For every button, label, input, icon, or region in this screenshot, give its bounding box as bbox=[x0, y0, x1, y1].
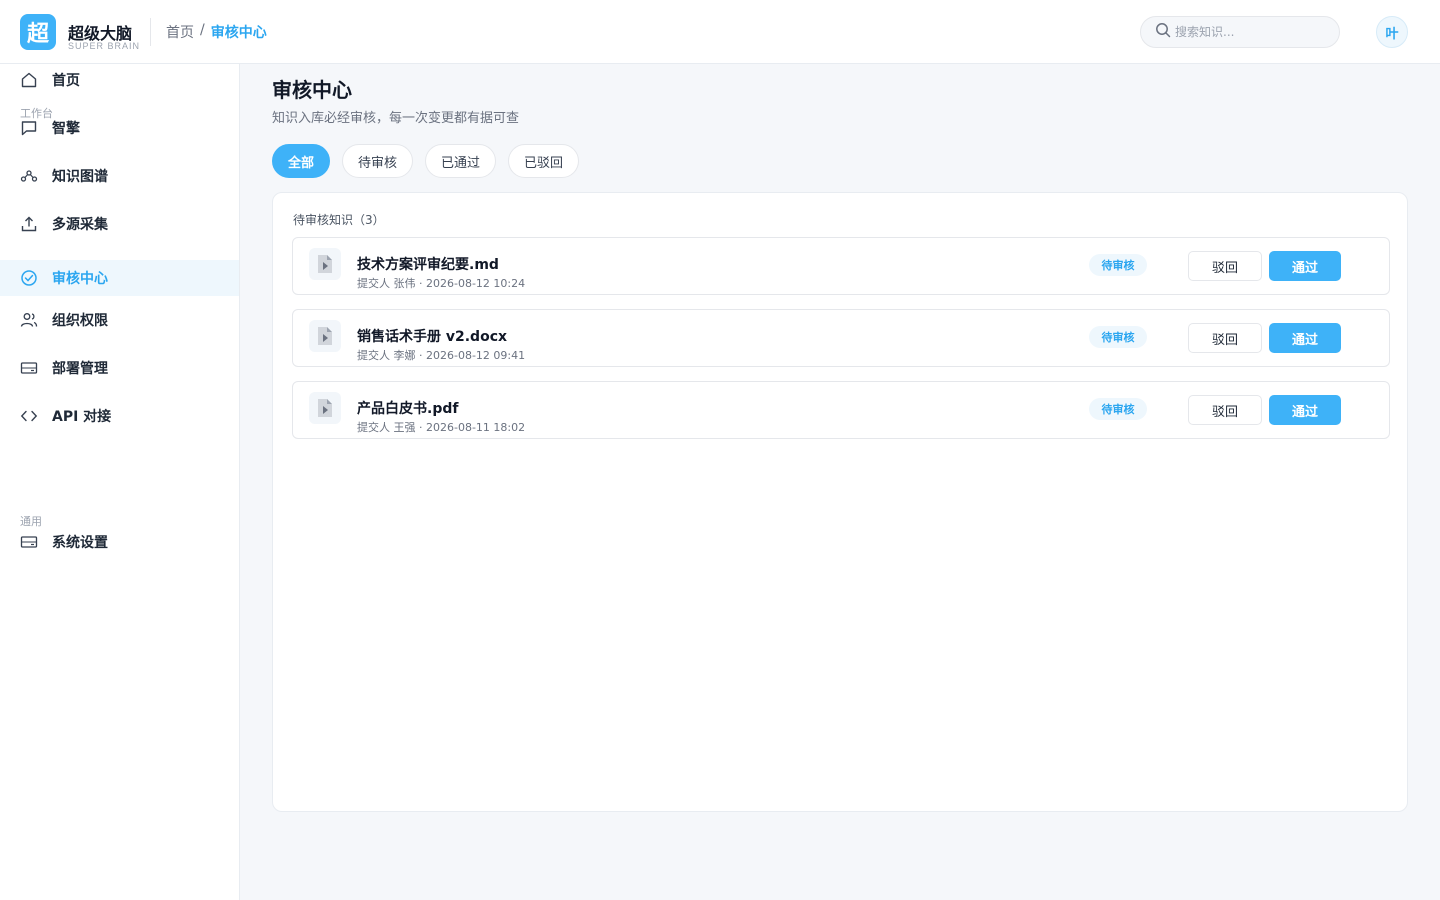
status-badge: 待审核 bbox=[1089, 254, 1147, 276]
brand-subtitle: SUPER BRAIN bbox=[68, 41, 141, 51]
reject-button[interactable]: 驳回 bbox=[1188, 251, 1262, 281]
file-icon bbox=[309, 248, 341, 280]
home-icon bbox=[20, 71, 38, 89]
top-header: 超 超级大脑 SUPER BRAIN 首页 / 审核中心 叶 bbox=[0, 0, 1440, 64]
sidebar-item-label: 系统设置 bbox=[52, 535, 108, 551]
approve-button[interactable]: 通过 bbox=[1269, 395, 1341, 425]
list-title: 待审核知识（3） bbox=[293, 213, 385, 227]
breadcrumb-separator: / bbox=[200, 22, 205, 38]
breadcrumb: 首页 / 审核中心 bbox=[166, 22, 267, 42]
tab-all[interactable]: 全部 bbox=[272, 144, 331, 178]
sidebar-item-label: 部署管理 bbox=[52, 361, 108, 377]
file-name[interactable]: 产品白皮书.pdf bbox=[357, 398, 458, 418]
file-icon bbox=[309, 320, 341, 352]
sidebar-item-label: 组织权限 bbox=[52, 313, 108, 329]
sidebar-item-org-permissions[interactable]: 组织权限 bbox=[0, 302, 239, 338]
approve-button[interactable]: 通过 bbox=[1269, 251, 1341, 281]
check-circle-icon bbox=[20, 269, 38, 287]
sidebar-item-label: 多源采集 bbox=[52, 217, 108, 233]
list-item: 技术方案评审纪要.md 提交人 张伟 · 2026-08-12 10:24 待审… bbox=[292, 237, 1390, 295]
sidebar-item-label: 智擎 bbox=[52, 121, 80, 137]
page-title: 审核中心 bbox=[272, 78, 352, 102]
breadcrumb-home[interactable]: 首页 bbox=[166, 22, 194, 42]
sidebar-item-multi-source[interactable]: 多源采集 bbox=[0, 206, 239, 242]
list-item: 销售话术手册 v2.docx 提交人 李娜 · 2026-08-12 09:41… bbox=[292, 309, 1390, 367]
users-icon bbox=[20, 311, 38, 329]
upload-icon bbox=[20, 215, 38, 233]
sidebar-item-review-center[interactable]: 审核中心 bbox=[0, 260, 239, 296]
sidebar-item-home[interactable]: 首页 bbox=[0, 62, 239, 98]
sidebar: 首页 工作台 智擎 知识图谱 多源采集 审核中心 组织权限 部署管理 API 对… bbox=[0, 64, 240, 900]
breadcrumb-current: 审核中心 bbox=[210, 25, 267, 41]
sidebar-item-label: 首页 bbox=[52, 73, 80, 89]
chat-icon bbox=[20, 119, 38, 137]
reject-button[interactable]: 驳回 bbox=[1188, 323, 1262, 353]
sidebar-item-zhiqing[interactable]: 智擎 bbox=[0, 110, 239, 146]
filter-tabs: 全部 待审核 已通过 已驳回 bbox=[272, 144, 580, 178]
tab-pending[interactable]: 待审核 bbox=[342, 144, 414, 178]
settings-icon bbox=[20, 533, 38, 551]
graph-icon bbox=[20, 167, 38, 185]
server-icon bbox=[20, 359, 38, 377]
search-input[interactable] bbox=[1175, 25, 1335, 39]
sidebar-item-knowledge-graph[interactable]: 知识图谱 bbox=[0, 158, 239, 194]
file-name[interactable]: 技术方案评审纪要.md bbox=[357, 254, 499, 274]
file-meta: 提交人 李娜 · 2026-08-12 09:41 bbox=[357, 349, 526, 362]
search-icon bbox=[1155, 22, 1171, 42]
brand-divider bbox=[150, 18, 151, 46]
file-meta: 提交人 张伟 · 2026-08-12 10:24 bbox=[357, 277, 526, 290]
review-list-card: 待审核知识（3） 技术方案评审纪要.md 提交人 张伟 · 2026-08-12… bbox=[272, 192, 1408, 812]
logo[interactable]: 超 bbox=[20, 14, 56, 50]
code-icon bbox=[20, 407, 38, 425]
sidebar-item-label: API 对接 bbox=[52, 409, 112, 425]
status-badge: 待审核 bbox=[1089, 398, 1147, 420]
search-box[interactable] bbox=[1140, 16, 1340, 48]
sidebar-item-label: 审核中心 bbox=[52, 271, 108, 287]
status-badge: 待审核 bbox=[1089, 326, 1147, 348]
file-icon bbox=[309, 392, 341, 424]
reject-button[interactable]: 驳回 bbox=[1188, 395, 1262, 425]
user-avatar[interactable]: 叶 bbox=[1376, 16, 1408, 48]
sidebar-item-label: 知识图谱 bbox=[52, 169, 108, 185]
page-subtitle: 知识入库必经审核，每一次变更都有据可查 bbox=[272, 111, 520, 126]
sidebar-item-api[interactable]: API 对接 bbox=[0, 398, 239, 434]
file-meta: 提交人 王强 · 2026-08-11 18:02 bbox=[357, 421, 526, 434]
tab-approved[interactable]: 已通过 bbox=[425, 144, 497, 178]
file-name[interactable]: 销售话术手册 v2.docx bbox=[357, 326, 507, 346]
approve-button[interactable]: 通过 bbox=[1269, 323, 1341, 353]
tab-rejected[interactable]: 已驳回 bbox=[508, 144, 580, 178]
list-item: 产品白皮书.pdf 提交人 王强 · 2026-08-11 18:02 待审核 … bbox=[292, 381, 1390, 439]
sidebar-item-settings[interactable]: 系统设置 bbox=[0, 524, 239, 560]
sidebar-item-deployment[interactable]: 部署管理 bbox=[0, 350, 239, 386]
